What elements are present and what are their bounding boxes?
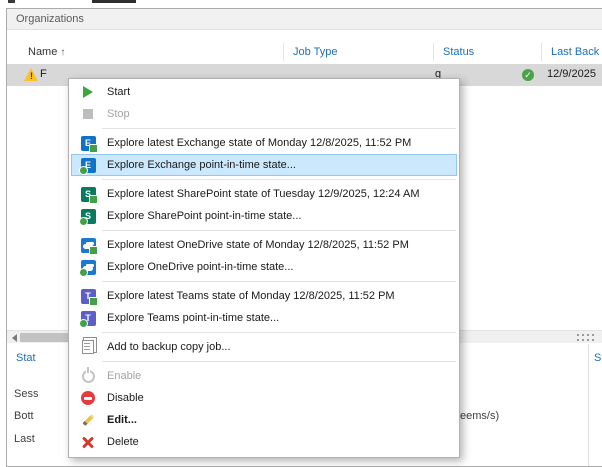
stop-icon	[80, 106, 96, 122]
details-label: Sess	[14, 388, 38, 400]
clipped-heading-fragment	[92, 0, 136, 3]
menu-item-explore-onedrive-point-in-time[interactable]: Explore OneDrive point-in-time state...	[69, 256, 459, 278]
menu-item-explore-latest-teams[interactable]: Explore latest Teams state of Monday 12/…	[69, 285, 459, 307]
start-icon	[80, 84, 96, 100]
sharepoint-explore-icon	[80, 186, 96, 202]
menu-item-explore-exchange-point-in-time[interactable]: Explore Exchange point-in-time state...	[71, 154, 457, 176]
column-header-last-backup[interactable]: Last Back	[551, 46, 599, 58]
teams-explore-icon	[80, 288, 96, 304]
delete-icon	[80, 434, 96, 450]
menu-item-delete[interactable]: Delete	[69, 431, 459, 453]
column-divider	[283, 43, 284, 61]
menu-separator	[102, 179, 456, 180]
column-divider	[541, 43, 542, 61]
onedrive-explore-icon	[80, 237, 96, 253]
menu-item-edit[interactable]: Edit...	[69, 409, 459, 431]
onedrive-point-in-time-icon	[80, 259, 96, 275]
panel-title: Organizations	[16, 13, 84, 25]
menu-item-explore-sharepoint-point-in-time[interactable]: Explore SharePoint point-in-time state..…	[69, 205, 459, 227]
menu-item-explore-latest-onedrive[interactable]: Explore latest OneDrive state of Monday …	[69, 234, 459, 256]
menu-item-start[interactable]: Start	[69, 81, 459, 103]
details-right-section-title: S	[594, 352, 601, 364]
power-icon	[80, 368, 96, 384]
row-name: F	[40, 68, 47, 80]
menu-item-enable: Enable	[69, 365, 459, 387]
column-header-name[interactable]: Name↑	[28, 46, 65, 58]
exchange-explore-icon	[80, 135, 96, 151]
details-label: Last	[14, 433, 35, 445]
menu-item-explore-latest-sharepoint[interactable]: Explore latest SharePoint state of Tuesd…	[69, 183, 459, 205]
panel-header: Organizations	[7, 9, 602, 30]
menu-separator	[102, 281, 456, 282]
column-header-job-type[interactable]: Job Type	[293, 46, 337, 58]
context-menu: Start Stop Explore latest Exchange state…	[68, 78, 460, 458]
sharepoint-point-in-time-icon	[80, 208, 96, 224]
menu-separator	[102, 332, 456, 333]
backup-copy-icon	[80, 339, 96, 355]
menu-separator	[102, 230, 456, 231]
menu-item-add-to-backup-copy-job[interactable]: Add to backup copy job...	[69, 336, 459, 358]
details-section-title: Stat	[16, 352, 36, 364]
details-label: Bott	[14, 410, 34, 422]
splitter-grip-icon[interactable]	[577, 334, 595, 342]
details-value-fragment: eems/s)	[460, 410, 499, 422]
pencil-icon	[80, 412, 96, 428]
menu-separator	[102, 361, 456, 362]
disable-icon	[80, 390, 96, 406]
column-divider	[433, 43, 434, 61]
menu-item-explore-teams-point-in-time[interactable]: Explore Teams point-in-time state...	[69, 307, 459, 329]
menu-item-explore-latest-exchange[interactable]: Explore latest Exchange state of Monday …	[69, 132, 459, 154]
details-divider	[588, 344, 589, 466]
success-check-icon	[522, 69, 534, 81]
menu-item-disable[interactable]: Disable	[69, 387, 459, 409]
menu-separator	[102, 128, 456, 129]
exchange-point-in-time-icon	[80, 157, 96, 173]
scroll-left-icon[interactable]	[12, 334, 17, 342]
clipped-heading-fragment	[8, 0, 15, 3]
column-header-status[interactable]: Status	[443, 46, 474, 58]
sort-ascending-icon: ↑	[60, 47, 65, 58]
teams-point-in-time-icon	[80, 310, 96, 326]
menu-item-stop: Stop	[69, 103, 459, 125]
row-last-backup: 12/9/2025	[547, 68, 596, 80]
warning-icon	[24, 68, 39, 81]
